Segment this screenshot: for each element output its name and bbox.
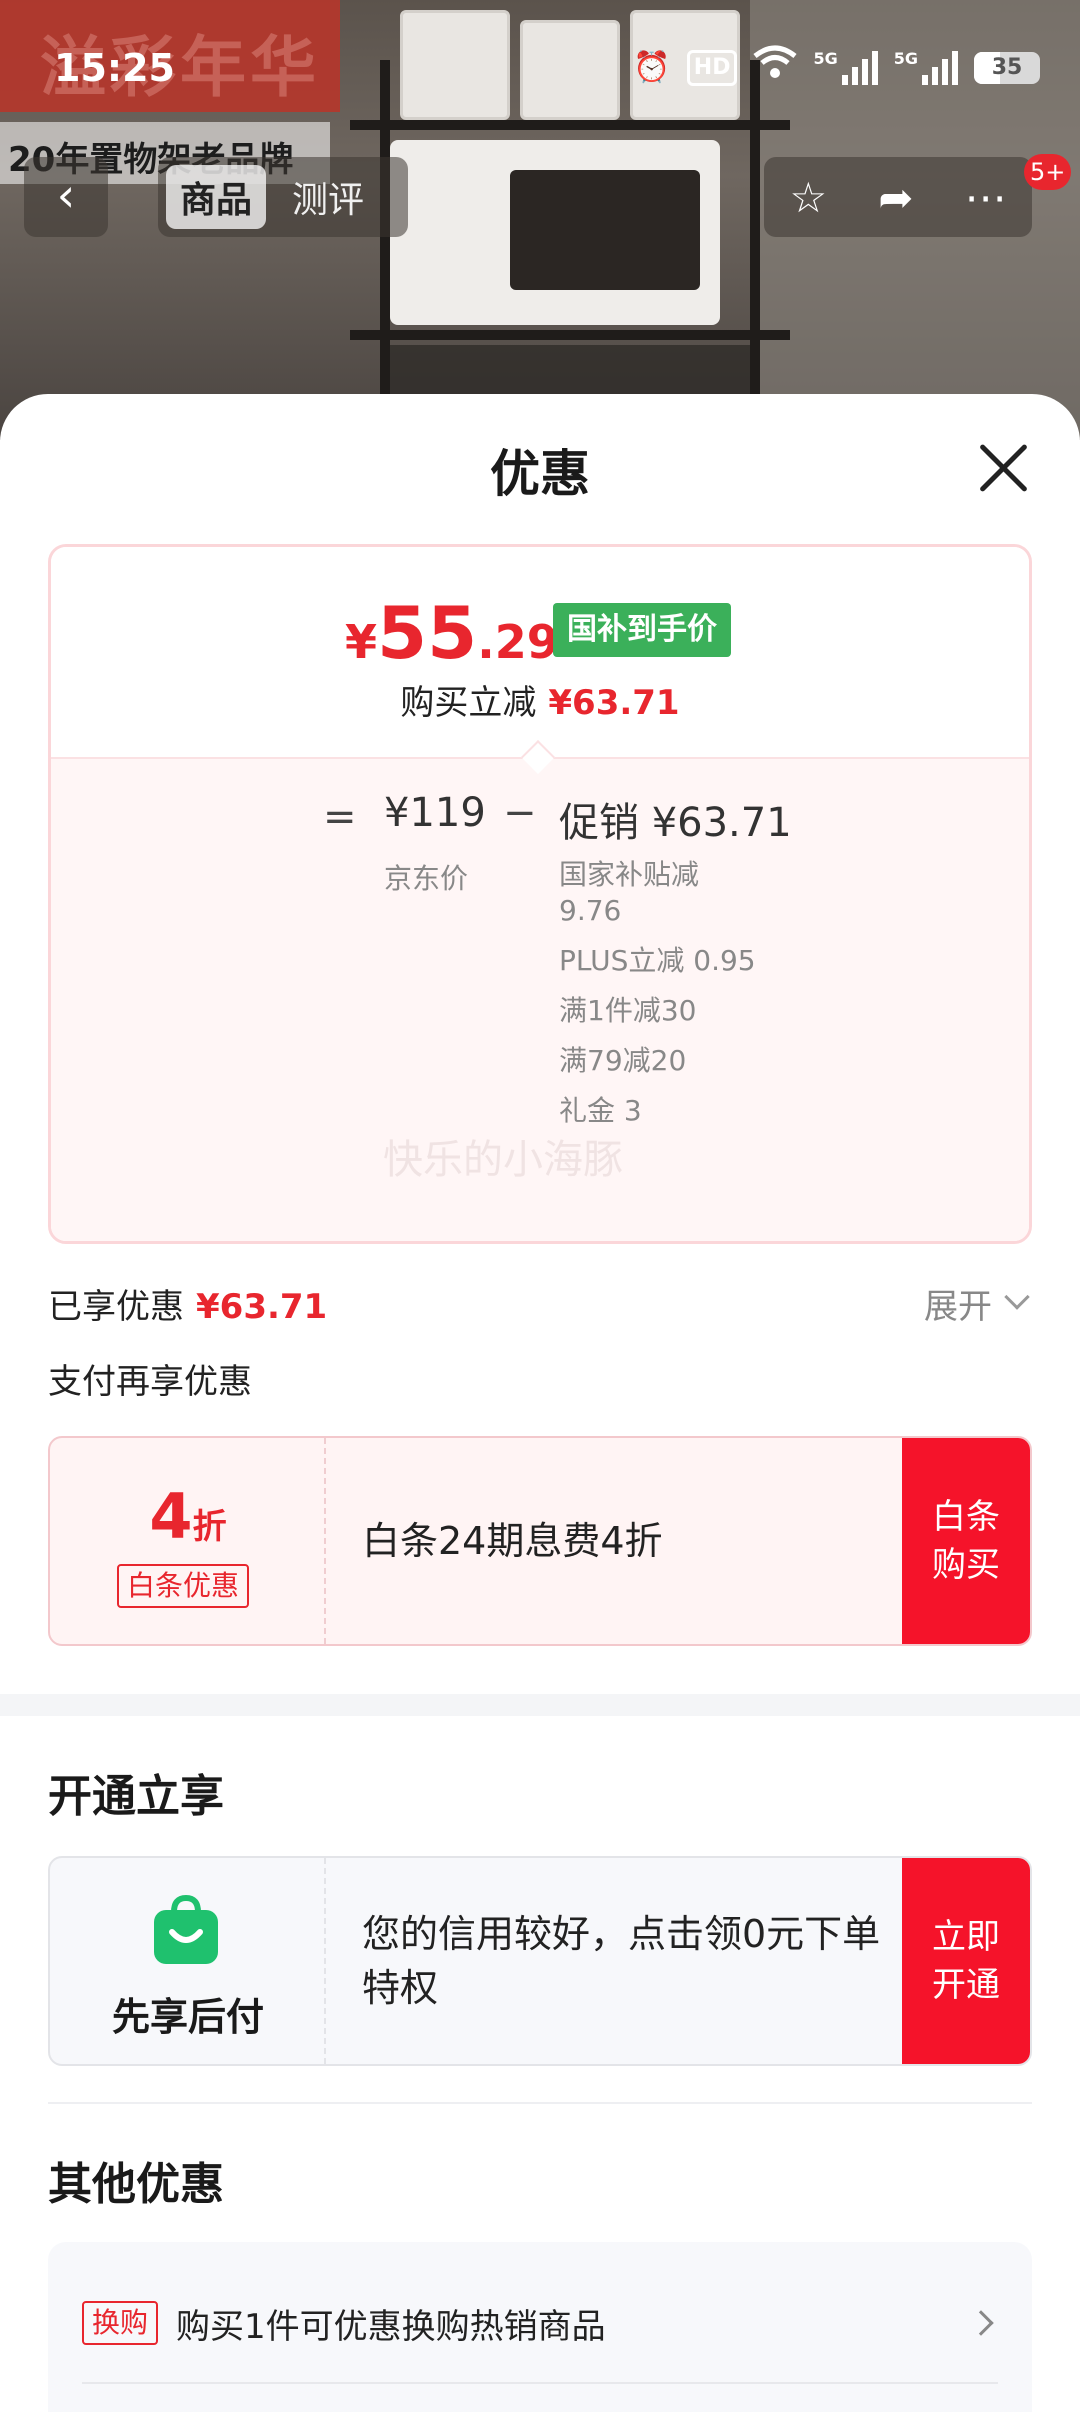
top-actions: ☆ ➦ ⋯	[764, 157, 1032, 237]
jd-price: ¥119	[384, 790, 486, 836]
baitiao-offer-card[interactable]: 4折 白条优惠 白条24期息费4折 白条购买	[48, 1436, 1032, 1646]
more-icon[interactable]: ⋯	[964, 173, 1006, 222]
paylater-offer-card[interactable]: 先享后付 您的信用较好，点击领0元下单特权 立即开通	[48, 1856, 1032, 2066]
discount-rate: 4折	[149, 1480, 227, 1553]
section-title-open: 开通立享	[48, 1771, 224, 1822]
calc-minus: −	[503, 790, 537, 836]
share-icon[interactable]: ➦	[878, 173, 913, 222]
baitiao-buy-button[interactable]: 白条购买	[902, 1438, 1030, 1644]
section-title-other: 其他优惠	[48, 2159, 224, 2210]
wifi-icon	[753, 44, 798, 93]
tab-product[interactable]: 商品	[166, 165, 267, 229]
promo-item: 礼金 3	[559, 1094, 642, 1127]
watermark: 快乐的小海豚	[383, 1137, 623, 1183]
tab-review[interactable]: 测评	[278, 165, 378, 229]
swap-tag: 换购	[82, 2301, 159, 2345]
chevron-left-icon: ‹	[56, 168, 76, 222]
other-offers-card: 换购 购买1件可优惠换购热销商品	[48, 2242, 1032, 2412]
signal-icon-2: 5G	[894, 51, 958, 85]
jd-price-label: 京东价	[384, 862, 469, 895]
shopping-bag-icon	[154, 1894, 218, 1964]
signal-icon-1: 5G	[813, 51, 878, 85]
top-tabs: 商品 测评	[158, 157, 408, 237]
promo-breakdown: 国家补贴减 9.76 PLUS立减 0.95 满1件减30 满79减20 礼金 …	[559, 857, 759, 1143]
subsidy-price-tag: 国补到手价	[553, 603, 731, 657]
list-item-swap[interactable]: 换购 购买1件可优惠换购热销商品	[82, 2264, 998, 2384]
enjoyed-discount: 已享优惠 ¥63.71	[48, 1287, 328, 1327]
hd-icon: HD	[686, 50, 738, 86]
battery-icon: 35	[974, 52, 1040, 84]
swap-text: 购买1件可优惠换购热销商品	[176, 2306, 606, 2347]
activate-button[interactable]: 立即开通	[902, 1858, 1030, 2064]
close-icon[interactable]	[976, 440, 1032, 496]
expand-button[interactable]: 展开	[924, 1279, 992, 1328]
chevron-right-icon	[968, 2310, 994, 2336]
promo-item: PLUS立减 0.95	[559, 944, 756, 977]
baitiao-tag: 白条优惠	[117, 1564, 250, 1608]
pay-more-label: 支付再享优惠	[48, 1362, 252, 1402]
divider	[48, 2102, 1032, 2104]
message-badge: 5+	[1024, 154, 1072, 190]
promo-total: 促销 ¥63.71	[559, 800, 792, 846]
final-price: ¥55.29	[345, 591, 559, 675]
calc-equals: =	[323, 794, 357, 840]
star-icon[interactable]: ☆	[790, 173, 828, 222]
paylater-text: 您的信用较好，点击领0元下单特权	[362, 1912, 881, 2010]
baitiao-text: 白条24期息费4折	[362, 1519, 663, 1563]
promo-item: 满1件减30	[559, 994, 697, 1027]
status-time: 15:25	[54, 46, 175, 90]
back-button[interactable]: ‹	[24, 157, 108, 237]
price-card: ¥55.29 国补到手价 购买立减 ¥63.71 = ¥119 京东价 − 促销 …	[48, 544, 1032, 1244]
status-bar: 15:25 ⏰ HD 5G 5G 35	[0, 0, 1080, 140]
alarm-icon: ⏰	[633, 50, 671, 85]
instant-reduce: 购买立减 ¥63.71	[400, 683, 680, 723]
promo-item: 满79减20	[559, 1044, 687, 1077]
sheet-title: 优惠	[490, 445, 590, 503]
discount-sheet: 优惠 ¥55.29 国补到手价 购买立减 ¥63.71 = ¥119 京东价 − …	[0, 394, 1080, 2412]
promo-item: 国家补贴减 9.76	[559, 858, 700, 927]
paylater-label: 先享后付	[111, 1995, 264, 2039]
chevron-down-icon[interactable]	[1004, 1284, 1030, 1310]
section-divider	[0, 1694, 1080, 1716]
